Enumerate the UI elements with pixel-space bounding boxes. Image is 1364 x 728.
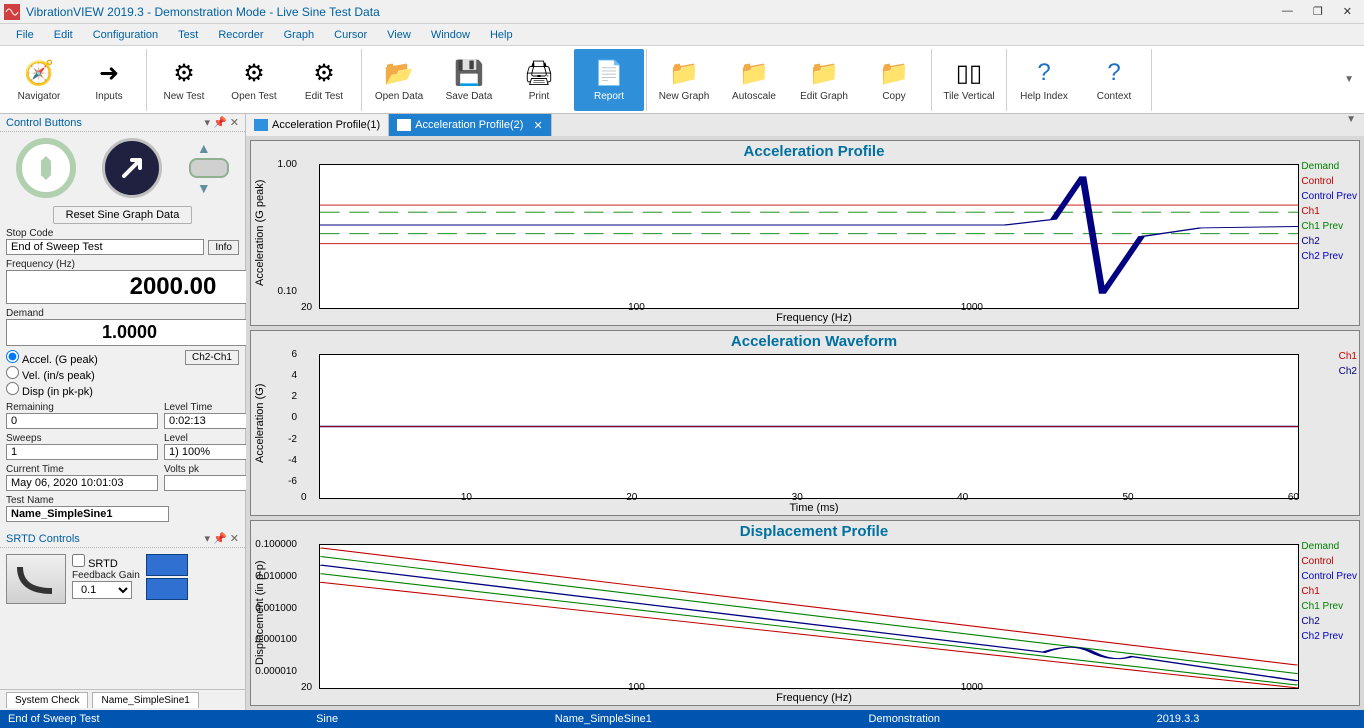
minimize-icon[interactable]: —: [1282, 5, 1293, 18]
sweeps-field[interactable]: [6, 444, 158, 460]
menubar: File Edit Configuration Test Recorder Gr…: [0, 24, 1364, 46]
level-up-button[interactable]: ▲: [189, 139, 219, 157]
maximize-icon[interactable]: ❐: [1313, 5, 1323, 18]
stopcode-label: Stop Code: [6, 228, 239, 239]
control-buttons-header: Control Buttons ▾📌✕: [0, 114, 245, 132]
statusbar: End of Sweep Test Sine Name_SimpleSine1 …: [0, 710, 1364, 728]
print-button[interactable]: 🖨Print: [504, 49, 574, 111]
doctab-overflow-icon[interactable]: ▼: [1346, 114, 1364, 136]
context-button[interactable]: ?Context: [1079, 49, 1149, 111]
opentest-button[interactable]: ⚙Open Test: [219, 49, 289, 111]
menu-file[interactable]: File: [8, 27, 42, 43]
wave-icon: [254, 119, 268, 131]
toolbar-overflow-icon[interactable]: ▼: [1344, 74, 1362, 85]
disp-profile-chart[interactable]: Displacement (in p-p) Displacement Profi…: [250, 520, 1360, 706]
tab-close-icon[interactable]: ✕: [533, 119, 542, 132]
status-left: End of Sweep Test: [8, 713, 100, 725]
ch2ch1-button[interactable]: Ch2-Ch1: [185, 350, 239, 365]
menu-configuration[interactable]: Configuration: [85, 27, 166, 43]
demand-label: Demand: [6, 308, 253, 319]
newtest-button[interactable]: ⚙New Test: [149, 49, 219, 111]
menu-cursor[interactable]: Cursor: [326, 27, 375, 43]
toolbar: 🧭Navigator ➜Inputs ⚙New Test ⚙Open Test …: [0, 46, 1364, 114]
stop-button[interactable]: [16, 138, 76, 198]
autoscale-button[interactable]: 📁Autoscale: [719, 49, 789, 111]
accel-radio[interactable]: [6, 350, 19, 363]
menu-graph[interactable]: Graph: [276, 27, 323, 43]
status-demo: Demonstration: [868, 713, 940, 725]
navigator-button[interactable]: 🧭Navigator: [4, 49, 74, 111]
start-button[interactable]: [102, 138, 162, 198]
menu-test[interactable]: Test: [170, 27, 206, 43]
feedback-gain-select[interactable]: 0.1: [72, 581, 132, 599]
srtd-pin-icon[interactable]: 📌: [213, 532, 227, 545]
menu-window[interactable]: Window: [423, 27, 478, 43]
doc-tab-1[interactable]: Acceleration Profile(1): [246, 114, 389, 136]
wave-icon: [397, 119, 411, 131]
status-name: Name_SimpleSine1: [555, 713, 652, 725]
close-icon[interactable]: ✕: [1343, 5, 1352, 18]
srtd-menu-icon[interactable]: ▾: [205, 532, 211, 545]
status-sine: Sine: [316, 713, 338, 725]
menu-edit[interactable]: Edit: [46, 27, 81, 43]
menu-help[interactable]: Help: [482, 27, 521, 43]
helpindex-button[interactable]: ?Help Index: [1009, 49, 1079, 111]
panel-pin-icon[interactable]: 📌: [213, 116, 227, 129]
demand-field[interactable]: [6, 319, 253, 346]
panel-menu-icon[interactable]: ▾: [205, 116, 211, 129]
accel-profile-chart[interactable]: Acceleration (G peak) Acceleration Profi…: [250, 140, 1360, 326]
level-slider[interactable]: [189, 158, 229, 178]
doc-tab-2[interactable]: Acceleration Profile(2)✕: [389, 114, 551, 136]
disp-radio[interactable]: [6, 382, 19, 395]
newgraph-button[interactable]: 📁New Graph: [649, 49, 719, 111]
status-version: 2019.3.3: [1157, 713, 1200, 725]
tab-testname[interactable]: Name_SimpleSine1: [92, 692, 198, 708]
accel-waveform-chart[interactable]: Acceleration (G) Acceleration Waveform 6…: [250, 330, 1360, 516]
report-button[interactable]: 📄Report: [574, 49, 644, 111]
menu-view[interactable]: View: [379, 27, 419, 43]
app-logo-icon: [4, 4, 20, 20]
testname-field[interactable]: [6, 506, 169, 522]
editgraph-button[interactable]: 📁Edit Graph: [789, 49, 859, 111]
tilevertical-button[interactable]: ▯▯Tile Vertical: [934, 49, 1004, 111]
opendata-button[interactable]: 📂Open Data: [364, 49, 434, 111]
srtd-mode2-button[interactable]: [146, 578, 188, 600]
savedata-button[interactable]: 💾Save Data: [434, 49, 504, 111]
copy-button[interactable]: 📁Copy: [859, 49, 929, 111]
stopcode-field[interactable]: [6, 239, 204, 255]
frequency-label: Frequency (Hz): [6, 259, 239, 270]
info-button[interactable]: Info: [208, 240, 239, 255]
panel-close-icon[interactable]: ✕: [230, 116, 239, 129]
vel-radio[interactable]: [6, 366, 19, 379]
srtd-mode1-button[interactable]: [146, 554, 188, 576]
tab-system-check[interactable]: System Check: [6, 692, 88, 708]
level-down-button[interactable]: ▼: [189, 179, 219, 197]
window-title: VibrationVIEW 2019.3 - Demonstration Mod…: [26, 5, 380, 19]
srtd-curve-icon[interactable]: [6, 554, 66, 604]
srtd-close-icon[interactable]: ✕: [230, 532, 239, 545]
srtd-header: SRTD Controls ▾📌✕: [0, 530, 245, 548]
reset-graph-button[interactable]: Reset Sine Graph Data: [53, 206, 193, 224]
remaining-field[interactable]: [6, 413, 158, 429]
menu-recorder[interactable]: Recorder: [210, 27, 271, 43]
srtd-checkbox[interactable]: [72, 554, 85, 567]
curtime-field[interactable]: [6, 475, 158, 491]
edittest-button[interactable]: ⚙Edit Test: [289, 49, 359, 111]
inputs-button[interactable]: ➜Inputs: [74, 49, 144, 111]
